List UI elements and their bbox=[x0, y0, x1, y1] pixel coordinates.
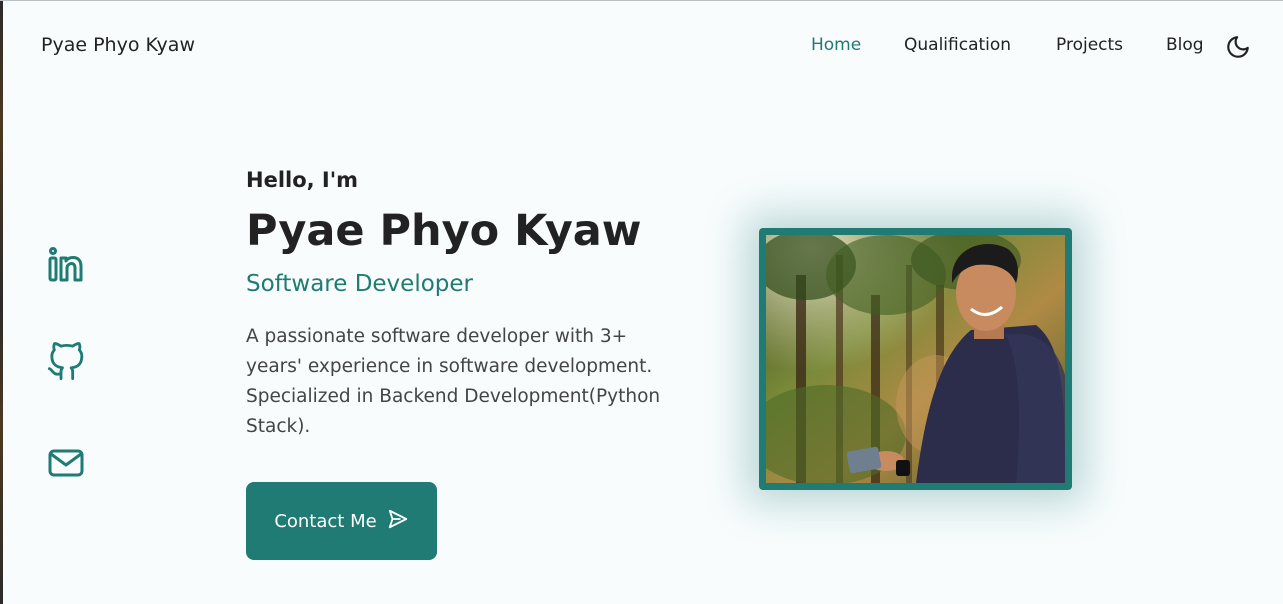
nav-blog[interactable]: Blog bbox=[1166, 35, 1204, 55]
profile-photo-frame bbox=[759, 228, 1072, 490]
github-icon[interactable] bbox=[46, 342, 86, 382]
linkedin-icon[interactable] bbox=[46, 245, 86, 285]
contact-button-label: Contact Me bbox=[274, 510, 377, 532]
greeting: Hello, I'm bbox=[246, 168, 359, 192]
site-logo[interactable]: Pyae Phyo Kyaw bbox=[41, 34, 195, 56]
nav-projects[interactable]: Projects bbox=[1056, 35, 1123, 55]
moon-icon[interactable] bbox=[1225, 34, 1251, 60]
mail-icon[interactable] bbox=[46, 443, 86, 483]
send-icon bbox=[387, 508, 409, 535]
page: Pyae Phyo Kyaw Home Qualification Projec… bbox=[0, 0, 1283, 604]
contact-me-button[interactable]: Contact Me bbox=[246, 482, 437, 560]
nav-home[interactable]: Home bbox=[811, 35, 861, 55]
hero-description: A passionate software developer with 3+ … bbox=[246, 326, 661, 437]
main-nav: Home Qualification Projects Blog bbox=[810, 35, 1253, 59]
window-edge bbox=[0, 1, 3, 604]
nav-qualification[interactable]: Qualification bbox=[904, 35, 1011, 55]
hero-role: Software Developer bbox=[246, 271, 473, 297]
profile-photo bbox=[766, 235, 1065, 483]
hero-name: Pyae Phyo Kyaw bbox=[246, 206, 642, 256]
